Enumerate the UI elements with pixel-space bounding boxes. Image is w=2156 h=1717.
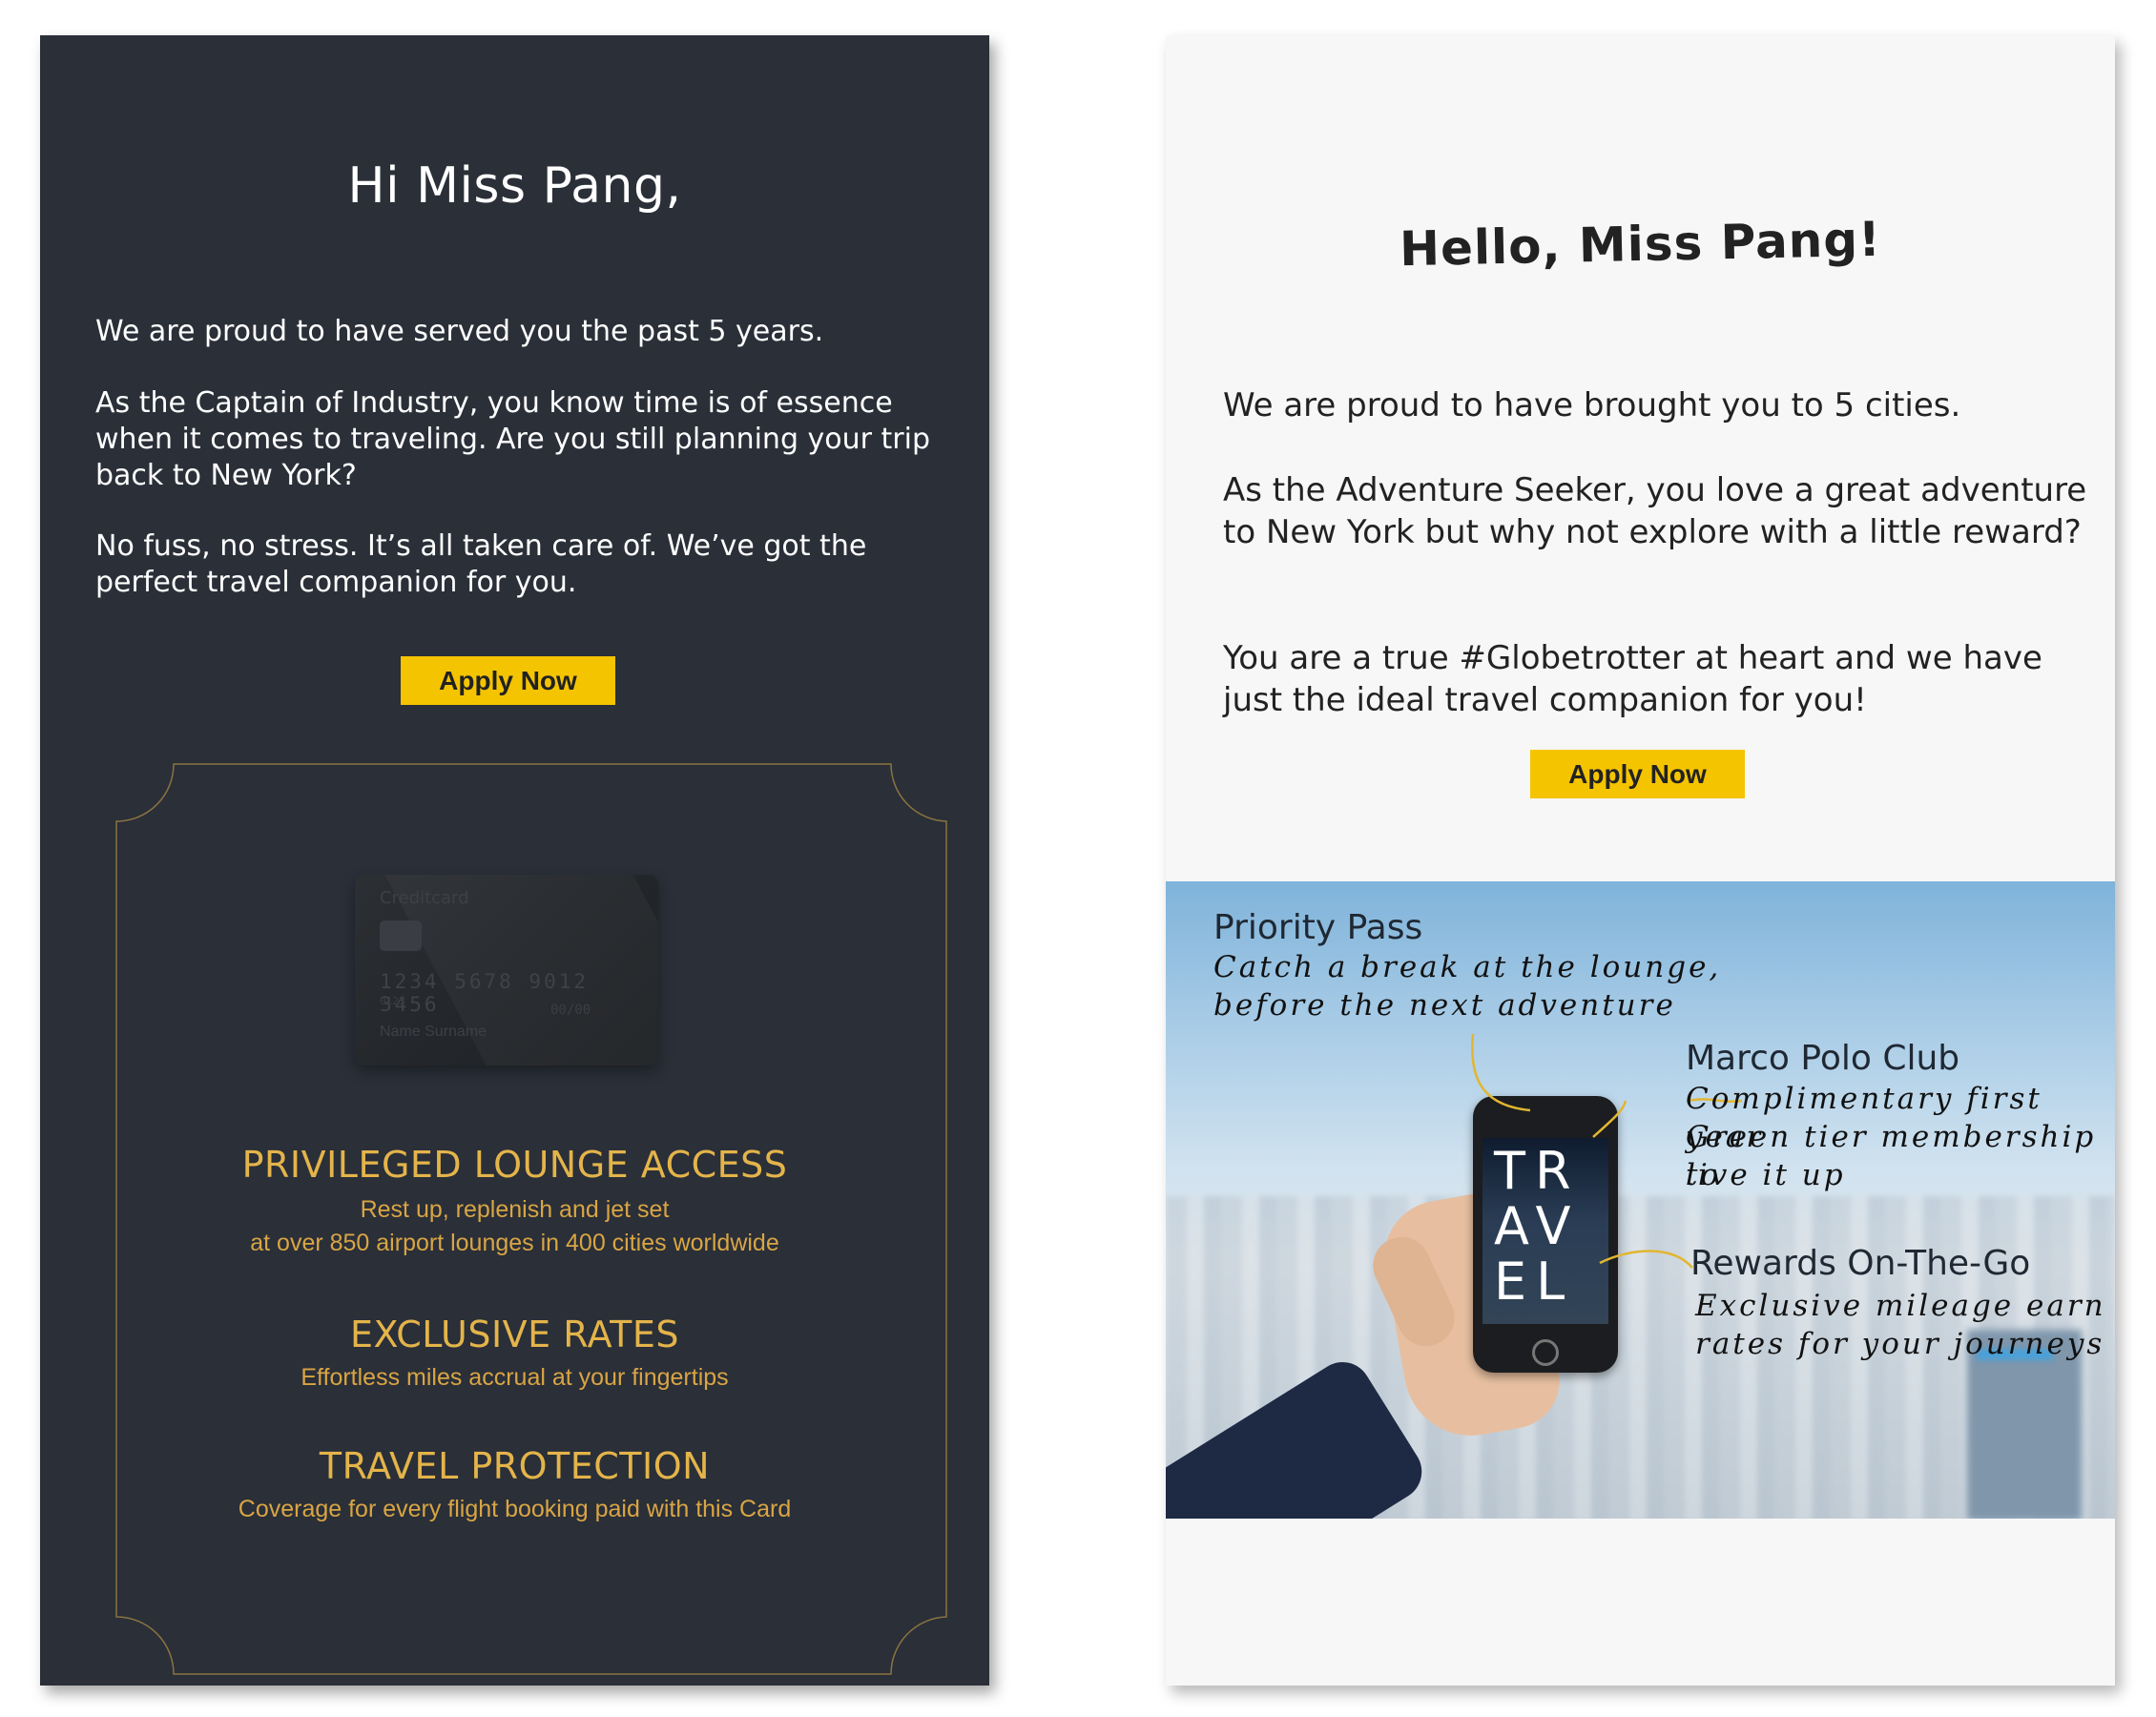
feature-title-priority-pass: Priority Pass bbox=[1213, 908, 1423, 947]
feature-title-marco-polo: Marco Polo Club bbox=[1686, 1039, 1960, 1078]
benefit-title-lounge: PRIVILEGED LOUNGE ACCESS bbox=[241, 1144, 788, 1186]
body-paragraph: As the Adventure Seeker, you love a grea… bbox=[1223, 471, 2087, 551]
feature-desc-priority-pass-2: before the next adventure bbox=[1213, 988, 1676, 1023]
card-number: 1234 5678 9012 3456 bbox=[380, 970, 590, 1016]
card-holder-name: Name Surname bbox=[380, 1024, 487, 1040]
benefit-desc-lounge-1: Rest up, replenish and jet set bbox=[360, 1196, 670, 1223]
intro-paragraph: We are proud to have brought you to 5 ci… bbox=[1223, 386, 1961, 424]
closing-paragraph: No fuss, no stress. It’s all taken care … bbox=[95, 529, 867, 599]
apply-now-button[interactable]: Apply Now bbox=[401, 656, 615, 705]
greeting-heading: Hi Miss Pang, bbox=[347, 157, 682, 215]
benefit-desc-protection: Coverage for every flight booking paid w… bbox=[238, 1496, 792, 1522]
apply-now-button[interactable]: Apply Now bbox=[1530, 750, 1745, 798]
benefit-desc-lounge-2: at over 850 airport lounges in 400 citie… bbox=[250, 1230, 779, 1256]
email-variant-dark: Hi Miss Pang, We are proud to have serve… bbox=[40, 35, 989, 1686]
intro-paragraph: We are proud to have served you the past… bbox=[95, 315, 824, 348]
feature-title-rewards: Rewards On-The-Go bbox=[1690, 1244, 2031, 1283]
benefit-title-protection: TRAVEL PROTECTION bbox=[319, 1445, 711, 1487]
benefit-title-rates: EXCLUSIVE RATES bbox=[349, 1314, 680, 1355]
travel-hero-image: TR AV EL Priority Pass Catch a break at … bbox=[1166, 881, 2115, 1519]
feature-desc-priority-pass-1: Catch a break at the lounge, bbox=[1213, 950, 1722, 984]
credit-card-image: Creditcard 1234 5678 9012 3456 0123 00/0… bbox=[355, 875, 658, 1065]
benefit-desc-rates: Effortless miles accrual at your fingert… bbox=[301, 1364, 729, 1391]
feature-desc-rewards-2: rates for your journeys bbox=[1695, 1327, 2105, 1361]
feature-desc-rewards-1: Exclusive mileage earn bbox=[1695, 1289, 2106, 1323]
chip-icon bbox=[380, 921, 422, 951]
card-expiry: 00/00 bbox=[550, 1003, 591, 1018]
body-paragraph: As the Captain of Industry, you know tim… bbox=[95, 386, 930, 492]
closing-paragraph: You are a true #Globetrotter at heart an… bbox=[1223, 639, 2042, 719]
card-small-digits: 0123 bbox=[380, 995, 405, 1007]
email-variant-light: Hello, Miss Pang! We are proud to have b… bbox=[1166, 35, 2115, 1686]
card-brand: Creditcard bbox=[380, 888, 469, 908]
greeting-heading: Hello, Miss Pang! bbox=[1399, 211, 1882, 278]
feature-desc-marco-polo-3: live it up bbox=[1686, 1158, 1846, 1192]
